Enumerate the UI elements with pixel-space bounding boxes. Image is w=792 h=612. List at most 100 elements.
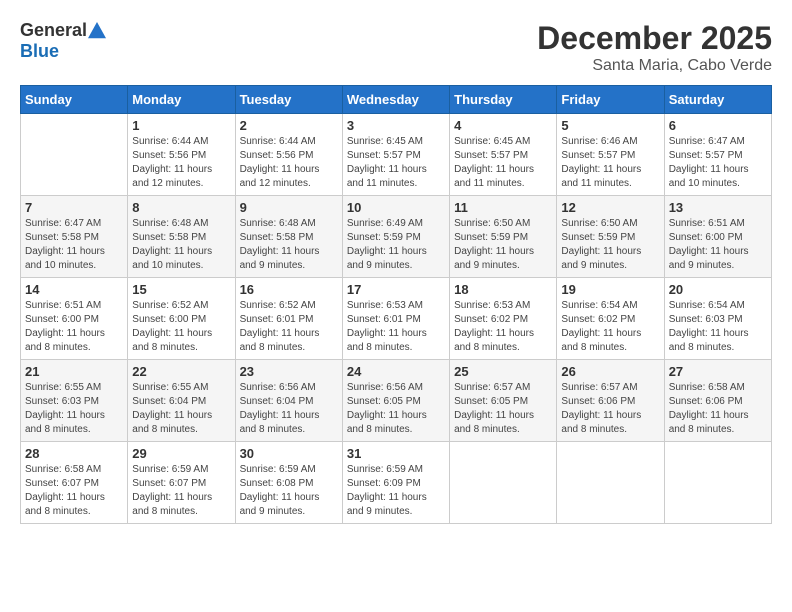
day-number: 16 bbox=[240, 282, 338, 297]
calendar-day-cell: 15 Sunrise: 6:52 AMSunset: 6:00 PMDayligh… bbox=[128, 278, 235, 360]
day-info: Sunrise: 6:47 AMSunset: 5:58 PMDaylight:… bbox=[25, 217, 123, 273]
day-of-week-header: Sunday bbox=[21, 86, 128, 114]
calendar-day-cell: 29 Sunrise: 6:59 AMSunset: 6:07 PMDayligh… bbox=[128, 442, 235, 524]
location-title: Santa Maria, Cabo Verde bbox=[537, 57, 772, 75]
day-info: Sunrise: 6:46 AMSunset: 5:57 PMDaylight:… bbox=[561, 135, 659, 191]
day-number: 15 bbox=[132, 282, 230, 297]
day-info: Sunrise: 6:55 AMSunset: 6:03 PMDaylight:… bbox=[25, 381, 123, 437]
day-info: Sunrise: 6:51 AMSunset: 6:00 PMDaylight:… bbox=[25, 299, 123, 355]
calendar-day-cell: 3Sunrise: 6:45 AMSunset: 5:57 PMDaylight… bbox=[342, 114, 449, 196]
page-header: General Blue December 2025 Santa Maria, … bbox=[20, 20, 772, 75]
calendar-day-cell: 24 Sunrise: 6:56 AMSunset: 6:05 PMDayligh… bbox=[342, 360, 449, 442]
calendar-day-cell bbox=[557, 442, 664, 524]
calendar-day-cell: 20 Sunrise: 6:54 AMSunset: 6:03 PMDayligh… bbox=[664, 278, 771, 360]
calendar-day-cell: 8 Sunrise: 6:48 AMSunset: 5:58 PMDaylight… bbox=[128, 196, 235, 278]
day-number: 6 bbox=[669, 118, 767, 133]
day-info: Sunrise: 6:58 AMSunset: 6:06 PMDaylight:… bbox=[669, 381, 767, 437]
logo: General Blue bbox=[20, 20, 107, 62]
day-of-week-header: Saturday bbox=[664, 86, 771, 114]
day-number: 20 bbox=[669, 282, 767, 297]
day-info: Sunrise: 6:56 AMSunset: 6:04 PMDaylight:… bbox=[240, 381, 338, 437]
day-info: Sunrise: 6:51 AMSunset: 6:00 PMDaylight:… bbox=[669, 217, 767, 273]
day-number: 9 bbox=[240, 200, 338, 215]
day-number: 14 bbox=[25, 282, 123, 297]
day-number: 30 bbox=[240, 446, 338, 461]
calendar-week-row: 7 Sunrise: 6:47 AMSunset: 5:58 PMDaylight… bbox=[21, 196, 772, 278]
day-number: 5 bbox=[561, 118, 659, 133]
calendar-body: 1 Sunrise: 6:44 AMSunset: 5:56 PMDaylight… bbox=[21, 114, 772, 524]
day-info: Sunrise: 6:56 AMSunset: 6:05 PMDaylight:… bbox=[347, 381, 445, 437]
day-info: Sunrise: 6:50 AMSunset: 5:59 PMDaylight:… bbox=[454, 217, 552, 273]
day-info: Sunrise: 6:59 AMSunset: 6:07 PMDaylight:… bbox=[132, 463, 230, 519]
day-number: 7 bbox=[25, 200, 123, 215]
day-of-week-header: Monday bbox=[128, 86, 235, 114]
day-number: 2 bbox=[240, 118, 338, 133]
day-number: 8 bbox=[132, 200, 230, 215]
day-info: Sunrise: 6:59 AMSunset: 6:08 PMDaylight:… bbox=[240, 463, 338, 519]
calendar-day-cell: 1Sunrise: 6:44 AMSunset: 5:56 PMDaylight… bbox=[128, 114, 235, 196]
calendar-day-cell: 7 Sunrise: 6:47 AMSunset: 5:58 PMDaylight… bbox=[21, 196, 128, 278]
day-number: 28 bbox=[25, 446, 123, 461]
day-info: Sunrise: 6:57 AMSunset: 6:06 PMDaylight:… bbox=[561, 381, 659, 437]
day-of-week-header: Friday bbox=[557, 86, 664, 114]
calendar-day-cell: 17Sunrise: 6:53 AMSunset: 6:01 PMDayligh… bbox=[342, 278, 449, 360]
calendar-day-cell: 13 Sunrise: 6:51 AMSunset: 6:00 PMDayligh… bbox=[664, 196, 771, 278]
day-info: Sunrise: 6:48 AMSunset: 5:58 PMDaylight:… bbox=[132, 217, 230, 273]
day-number: 26 bbox=[561, 364, 659, 379]
day-info: Sunrise: 6:52 AMSunset: 6:00 PMDaylight:… bbox=[132, 299, 230, 355]
day-number: 31 bbox=[347, 446, 445, 461]
calendar-week-row: 21 Sunrise: 6:55 AMSunset: 6:03 PMDayligh… bbox=[21, 360, 772, 442]
day-number: 24 bbox=[347, 364, 445, 379]
day-info: Sunrise: 6:49 AMSunset: 5:59 PMDaylight:… bbox=[347, 217, 445, 273]
calendar-day-cell: 14 Sunrise: 6:51 AMSunset: 6:00 PMDayligh… bbox=[21, 278, 128, 360]
day-number: 3 bbox=[347, 118, 445, 133]
day-info: Sunrise: 6:58 AMSunset: 6:07 PMDaylight:… bbox=[25, 463, 123, 519]
calendar-header-row: SundayMondayTuesdayWednesdayThursdayFrid… bbox=[21, 86, 772, 114]
day-number: 29 bbox=[132, 446, 230, 461]
day-info: Sunrise: 6:53 AMSunset: 6:01 PMDaylight:… bbox=[347, 299, 445, 355]
day-number: 10 bbox=[347, 200, 445, 215]
logo-blue: Blue bbox=[20, 41, 59, 62]
day-info: Sunrise: 6:59 AMSunset: 6:09 PMDaylight:… bbox=[347, 463, 445, 519]
calendar-week-row: 14 Sunrise: 6:51 AMSunset: 6:00 PMDayligh… bbox=[21, 278, 772, 360]
day-number: 21 bbox=[25, 364, 123, 379]
day-number: 23 bbox=[240, 364, 338, 379]
calendar-day-cell: 25Sunrise: 6:57 AMSunset: 6:05 PMDayligh… bbox=[450, 360, 557, 442]
day-info: Sunrise: 6:54 AMSunset: 6:03 PMDaylight:… bbox=[669, 299, 767, 355]
day-info: Sunrise: 6:44 AMSunset: 5:56 PMDaylight:… bbox=[240, 135, 338, 191]
day-info: Sunrise: 6:52 AMSunset: 6:01 PMDaylight:… bbox=[240, 299, 338, 355]
calendar-day-cell: 5 Sunrise: 6:46 AMSunset: 5:57 PMDaylight… bbox=[557, 114, 664, 196]
calendar-day-cell: 30 Sunrise: 6:59 AMSunset: 6:08 PMDayligh… bbox=[235, 442, 342, 524]
title-block: December 2025 Santa Maria, Cabo Verde bbox=[537, 20, 772, 75]
day-number: 19 bbox=[561, 282, 659, 297]
calendar-day-cell: 16 Sunrise: 6:52 AMSunset: 6:01 PMDayligh… bbox=[235, 278, 342, 360]
calendar-day-cell: 21 Sunrise: 6:55 AMSunset: 6:03 PMDayligh… bbox=[21, 360, 128, 442]
calendar-day-cell: 31 Sunrise: 6:59 AMSunset: 6:09 PMDayligh… bbox=[342, 442, 449, 524]
calendar-day-cell: 4Sunrise: 6:45 AMSunset: 5:57 PMDaylight… bbox=[450, 114, 557, 196]
calendar-day-cell: 27Sunrise: 6:58 AMSunset: 6:06 PMDayligh… bbox=[664, 360, 771, 442]
month-title: December 2025 bbox=[537, 20, 772, 57]
calendar-day-cell: 26 Sunrise: 6:57 AMSunset: 6:06 PMDayligh… bbox=[557, 360, 664, 442]
day-number: 18 bbox=[454, 282, 552, 297]
day-number: 1 bbox=[132, 118, 230, 133]
calendar-day-cell: 11 Sunrise: 6:50 AMSunset: 5:59 PMDayligh… bbox=[450, 196, 557, 278]
calendar-day-cell: 12Sunrise: 6:50 AMSunset: 5:59 PMDayligh… bbox=[557, 196, 664, 278]
day-info: Sunrise: 6:50 AMSunset: 5:59 PMDaylight:… bbox=[561, 217, 659, 273]
day-info: Sunrise: 6:55 AMSunset: 6:04 PMDaylight:… bbox=[132, 381, 230, 437]
calendar-day-cell: 22Sunrise: 6:55 AMSunset: 6:04 PMDayligh… bbox=[128, 360, 235, 442]
calendar-day-cell: 18Sunrise: 6:53 AMSunset: 6:02 PMDayligh… bbox=[450, 278, 557, 360]
day-info: Sunrise: 6:57 AMSunset: 6:05 PMDaylight:… bbox=[454, 381, 552, 437]
day-of-week-header: Thursday bbox=[450, 86, 557, 114]
calendar-week-row: 1 Sunrise: 6:44 AMSunset: 5:56 PMDaylight… bbox=[21, 114, 772, 196]
day-number: 13 bbox=[669, 200, 767, 215]
calendar-table: SundayMondayTuesdayWednesdayThursdayFrid… bbox=[20, 85, 772, 524]
calendar-day-cell bbox=[450, 442, 557, 524]
day-info: Sunrise: 6:47 AMSunset: 5:57 PMDaylight:… bbox=[669, 135, 767, 191]
calendar-week-row: 28 Sunrise: 6:58 AMSunset: 6:07 PMDayligh… bbox=[21, 442, 772, 524]
calendar-day-cell: 23 Sunrise: 6:56 AMSunset: 6:04 PMDayligh… bbox=[235, 360, 342, 442]
calendar-day-cell: 28 Sunrise: 6:58 AMSunset: 6:07 PMDayligh… bbox=[21, 442, 128, 524]
calendar-day-cell bbox=[21, 114, 128, 196]
day-number: 11 bbox=[454, 200, 552, 215]
calendar-day-cell: 2 Sunrise: 6:44 AMSunset: 5:56 PMDaylight… bbox=[235, 114, 342, 196]
calendar-day-cell bbox=[664, 442, 771, 524]
